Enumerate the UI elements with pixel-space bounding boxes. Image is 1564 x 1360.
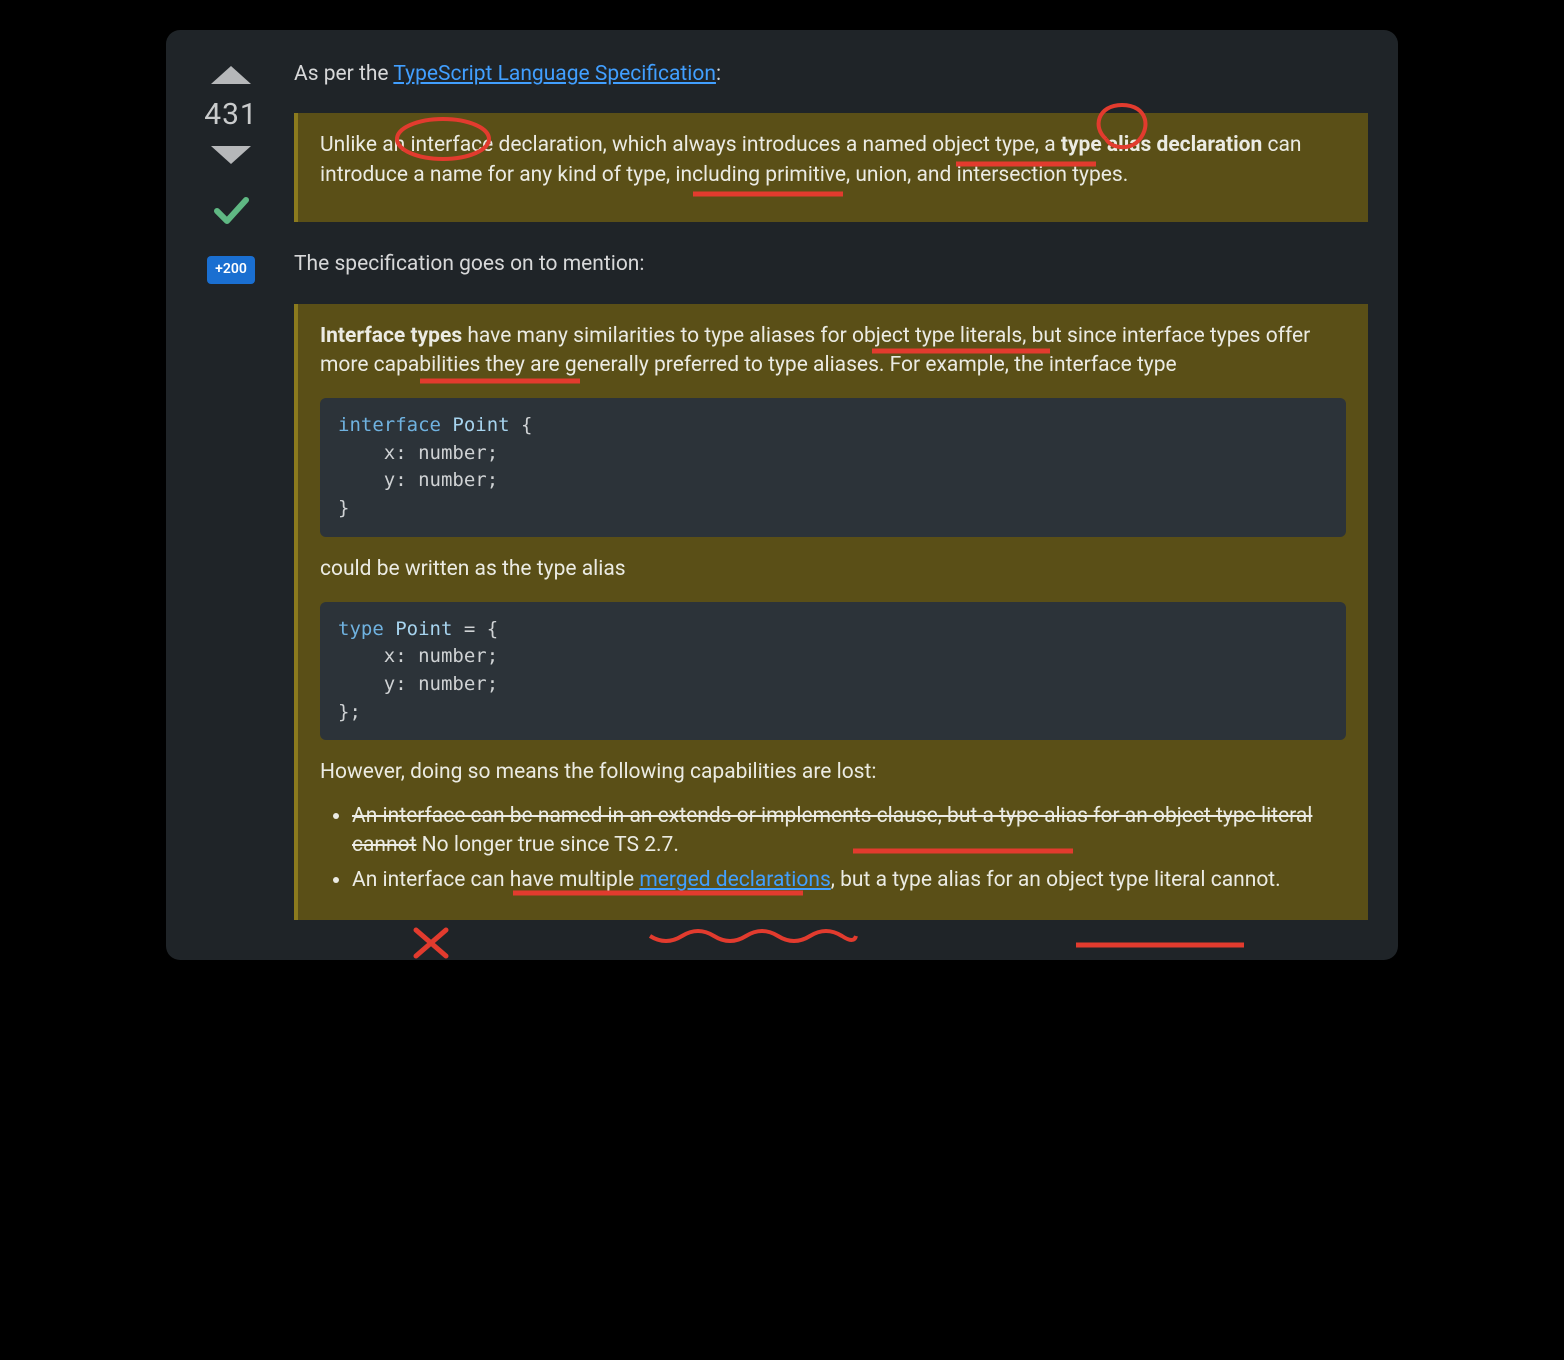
code-block-1: interface Point { x: number; y: number; … bbox=[320, 398, 1346, 536]
text: have many similarities to type aliases f… bbox=[320, 324, 1310, 377]
code-block-2: type Point = { x: number; y: number; }; bbox=[320, 602, 1346, 740]
text: An interface can have multiple bbox=[352, 868, 639, 892]
list-item: An interface can have multiple merged de… bbox=[352, 866, 1346, 895]
bold-text: Interface types bbox=[320, 324, 462, 348]
bounty-badge: +200 bbox=[207, 256, 255, 284]
accepted-check-icon bbox=[213, 192, 249, 228]
list-item: An interface can be named in an extends … bbox=[352, 802, 1346, 861]
followup-line: The specification goes on to mention: bbox=[294, 250, 1368, 279]
answer-content: As per the TypeScript Language Specifica… bbox=[294, 60, 1368, 920]
quote-block-2: Interface types have many similarities t… bbox=[294, 304, 1368, 920]
text: However, doing so means the following ca… bbox=[320, 758, 1346, 787]
intro-suffix: : bbox=[716, 62, 721, 86]
capabilities-list: An interface can be named in an extends … bbox=[320, 802, 1346, 896]
vote-score: 431 bbox=[204, 94, 258, 136]
text: No longer true since TS 2.7. bbox=[416, 833, 678, 857]
vote-column: 431 +200 bbox=[196, 60, 266, 920]
bold-text: type alias declaration bbox=[1061, 133, 1262, 157]
upvote-icon[interactable] bbox=[211, 66, 251, 84]
downvote-icon[interactable] bbox=[211, 146, 251, 164]
text: , but a type alias for an object type li… bbox=[831, 868, 1281, 892]
spec-link[interactable]: TypeScript Language Specification bbox=[393, 62, 716, 86]
text: declaration, which always introduces a n… bbox=[493, 133, 1061, 157]
intro-line: As per the TypeScript Language Specifica… bbox=[294, 60, 1368, 89]
text: Unlike an bbox=[320, 133, 410, 157]
text: could be written as the type alias bbox=[320, 555, 1346, 584]
merged-declarations-link[interactable]: merged declarations bbox=[639, 868, 830, 892]
text: interface bbox=[410, 133, 493, 157]
quote-block-1: Unlike an interface declaration, which a… bbox=[294, 113, 1368, 222]
intro-prefix: As per the bbox=[294, 62, 393, 86]
